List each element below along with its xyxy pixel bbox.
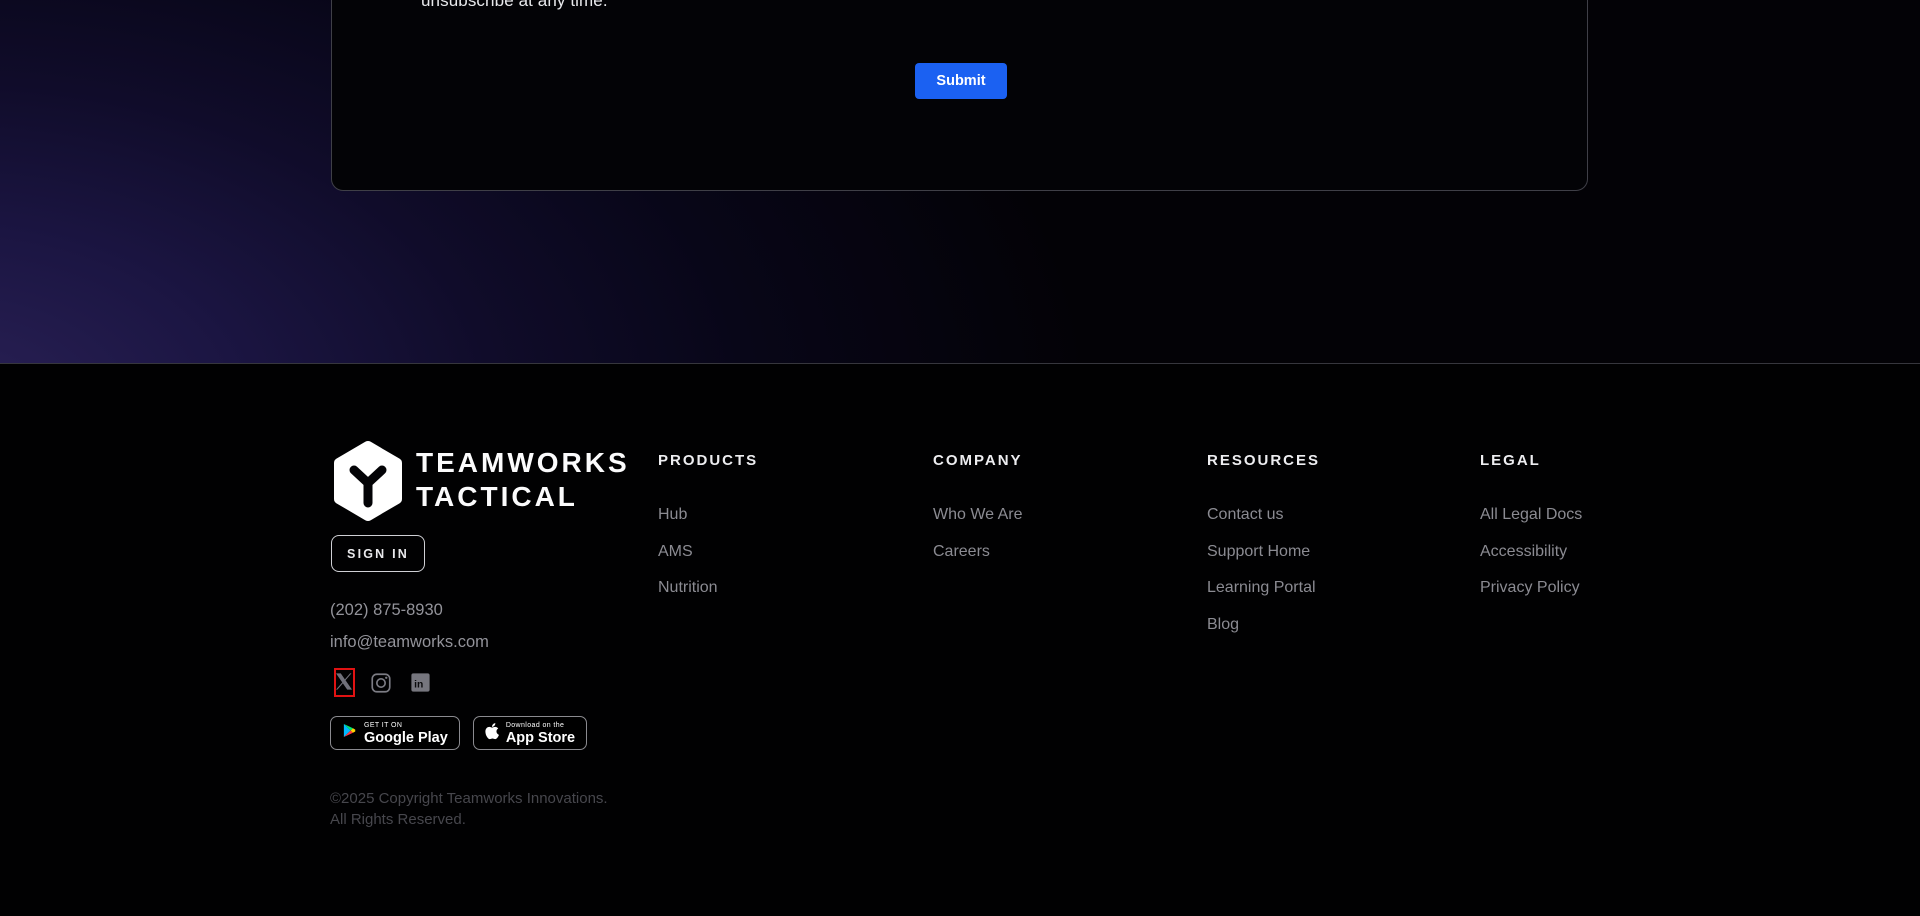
google-play-badge-label: Google Play (364, 729, 448, 746)
footer-column-products: PRODUCTS Hub AMS Nutrition (658, 452, 898, 616)
footer-link[interactable]: Blog (1207, 616, 1447, 633)
copyright-line2: All Rights Reserved. (330, 811, 466, 828)
brand-hexagon-icon (329, 440, 407, 527)
column-links: Hub AMS Nutrition (658, 506, 898, 596)
footer-link[interactable]: Contact us (1207, 506, 1447, 523)
footer-link[interactable]: All Legal Docs (1480, 506, 1720, 523)
footer-link[interactable]: Nutrition (658, 579, 898, 596)
column-title: COMPANY (933, 452, 1023, 469)
column-title: LEGAL (1480, 452, 1541, 469)
brand-logo[interactable]: TEAMWORKS TACTICAL (329, 440, 630, 527)
newsletter-section: unsubscribe at any time. Submit (0, 0, 1920, 363)
column-links: All Legal Docs Accessibility Privacy Polic… (1480, 506, 1720, 596)
footer-column-company: COMPANY Who We Are Careers (933, 452, 1173, 579)
app-store-badge[interactable]: Download on the App Store (472, 716, 588, 750)
footer-link[interactable]: Hub (658, 506, 898, 523)
footer-link[interactable]: Support Home (1207, 543, 1447, 560)
instagram-icon[interactable] (371, 673, 391, 698)
google-play-icon (342, 722, 357, 744)
newsletter-card: unsubscribe at any time. Submit (331, 0, 1588, 191)
phone-link[interactable]: (202) 875-8930 (330, 601, 443, 620)
google-play-badge[interactable]: GET IT ON Google Play (330, 716, 460, 750)
brand-wordmark: TEAMWORKS TACTICAL (416, 447, 630, 512)
sign-in-button[interactable]: SIGN IN (331, 535, 425, 572)
footer: TEAMWORKS TACTICAL SIGN IN (202) 875-893… (0, 364, 1920, 916)
page: unsubscribe at any time. Submit TEAMWORK… (0, 0, 1920, 916)
footer-link[interactable]: AMS (658, 543, 898, 560)
footer-link[interactable]: Accessibility (1480, 543, 1720, 560)
app-store-badge-label: App Store (505, 729, 576, 746)
copyright-line1: ©2025 Copyright Teamworks Innovations. (330, 790, 608, 807)
email-link[interactable]: info@teamworks.com (330, 633, 489, 652)
app-badges-row: GET IT ON Google Play Download on the Ap… (330, 716, 588, 750)
footer-link[interactable]: Privacy Policy (1480, 579, 1720, 596)
consent-disclaimer-text: unsubscribe at any time. (421, 0, 608, 10)
apple-icon (485, 722, 499, 745)
footer-link[interactable]: Careers (933, 543, 1173, 560)
footer-column-resources: RESOURCES Contact us Support Home Learning… (1207, 452, 1447, 652)
footer-column-legal: LEGAL All Legal Docs Accessibility Privacy… (1480, 452, 1720, 616)
x-twitter-icon[interactable] (336, 673, 352, 695)
column-links: Who We Are Careers (933, 506, 1173, 560)
copyright: ©2025 Copyright Teamworks Innovations. A… (330, 788, 608, 830)
footer-link[interactable]: Who We Are (933, 506, 1173, 523)
footer-link[interactable]: Learning Portal (1207, 579, 1447, 596)
linkedin-icon[interactable]: in (411, 673, 430, 697)
google-play-badge-top: GET IT ON (364, 721, 403, 729)
column-title: PRODUCTS (658, 452, 759, 469)
svg-text:in: in (414, 679, 423, 690)
submit-button[interactable]: Submit (915, 63, 1007, 99)
column-links: Contact us Support Home Learning Portal Blo… (1207, 506, 1447, 633)
app-store-badge-top: Download on the (505, 721, 565, 729)
column-title: RESOURCES (1207, 452, 1321, 469)
